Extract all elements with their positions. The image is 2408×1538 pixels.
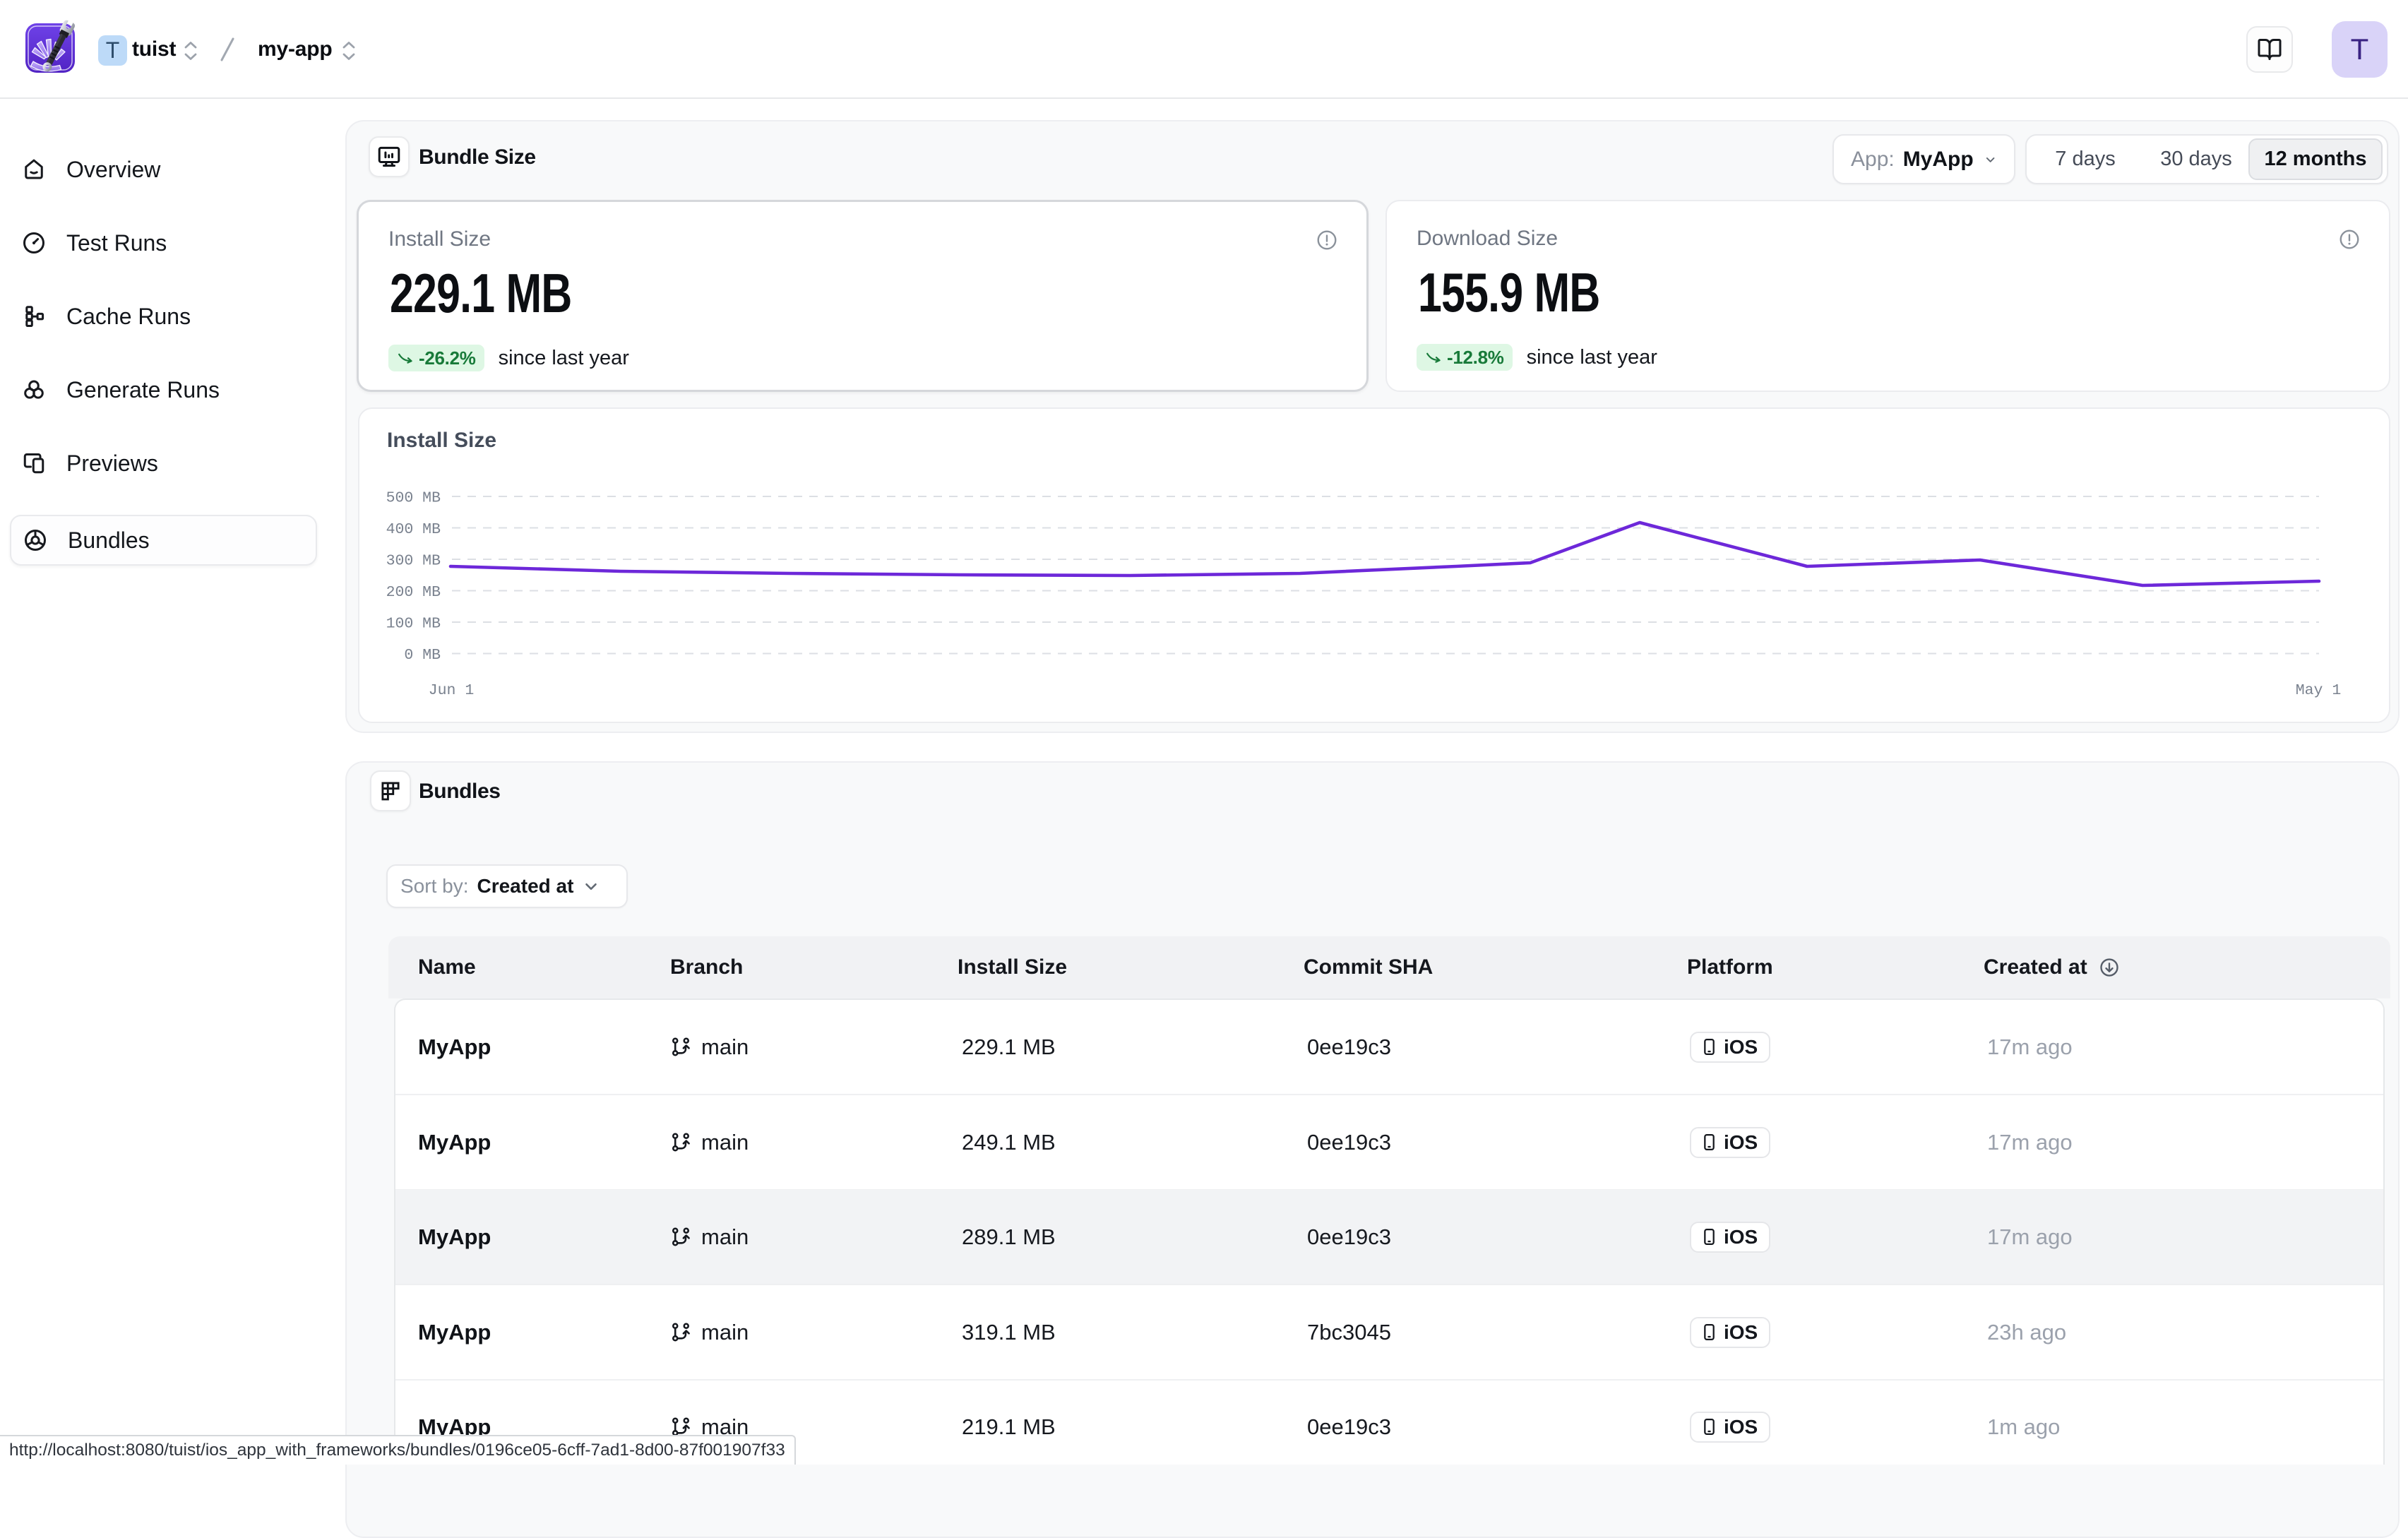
svg-text:Jun 1: Jun 1 xyxy=(429,682,475,699)
svg-text:200 MB: 200 MB xyxy=(386,584,441,601)
svg-text:0 MB: 0 MB xyxy=(404,647,441,664)
svg-text:500 MB: 500 MB xyxy=(386,490,441,507)
svg-text:300 MB: 300 MB xyxy=(386,553,441,570)
svg-text:400 MB: 400 MB xyxy=(386,521,441,538)
svg-text:May 1: May 1 xyxy=(2296,682,2342,699)
svg-text:100 MB: 100 MB xyxy=(386,616,441,633)
